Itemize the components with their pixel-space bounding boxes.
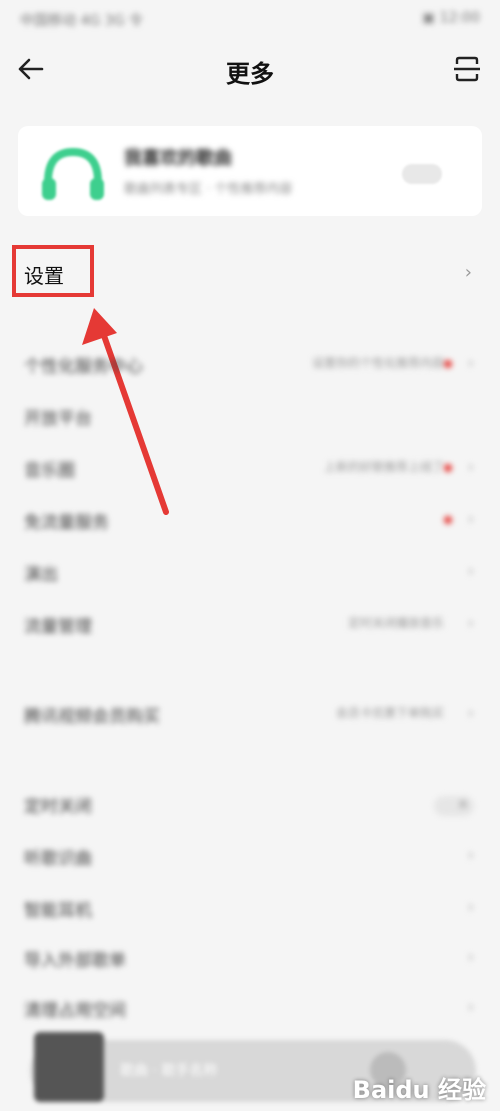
chevron-right-icon: › (467, 947, 474, 966)
list-item[interactable]: 听歌识曲 › (0, 836, 500, 876)
list-item-label: 个性化服务中心 (24, 357, 143, 377)
chevron-right-icon: › (467, 353, 474, 372)
toggle-switch[interactable]: 关 (434, 796, 474, 816)
chevron-right-icon: › (467, 703, 474, 722)
list-item[interactable]: 导入外部歌单 › (0, 938, 500, 978)
list-item-label: 开放平台 (24, 409, 92, 429)
list-item[interactable]: 个性化服务中心 设置你的个性化推荐内容 › (0, 344, 500, 384)
list-item-label: 定时关闭 (24, 797, 92, 817)
list-item[interactable]: 开放平台 (0, 396, 500, 436)
list-item[interactable]: 流量管理 定时关闭播放音乐 › (0, 604, 500, 644)
album-cover[interactable] (34, 1032, 104, 1102)
player-track-text: 歌曲 · 歌手名称 (120, 1063, 218, 1079)
more-list: 个性化服务中心 设置你的个性化推荐内容 › 开放平台 音乐圈 上新的好歌推荐上线… (0, 0, 500, 1111)
list-item[interactable]: 腾讯视频会员购买 会员卡优惠下单购买 › (0, 694, 500, 734)
list-item-label: 演出 (24, 565, 58, 585)
list-item[interactable]: 清理占用空间 › (0, 988, 500, 1028)
chevron-right-icon: › (467, 457, 474, 476)
list-item[interactable]: 演出 › (0, 552, 500, 592)
chevron-right-icon: › (467, 897, 474, 916)
list-item-label: 流量管理 (24, 617, 92, 637)
chevron-right-icon: › (467, 613, 474, 632)
list-item[interactable]: 免流量服务 › (0, 500, 500, 540)
list-item-label: 听歌识曲 (24, 849, 92, 869)
list-item-value: 设置你的个性化推荐内容 (311, 356, 444, 370)
chevron-right-icon: › (467, 561, 474, 580)
list-item-value: 会员卡优惠下单购买 (335, 706, 444, 720)
list-item-label: 清理占用空间 (24, 1001, 126, 1021)
red-dot-badge (444, 516, 452, 524)
list-item-label: 导入外部歌单 (24, 951, 126, 971)
list-item-value: 上新的好歌推荐上线了 (323, 460, 444, 474)
chevron-right-icon: › (467, 997, 474, 1016)
red-dot-badge (444, 464, 452, 472)
list-item[interactable]: 音乐圈 上新的好歌推荐上线了 › (0, 448, 500, 488)
list-item[interactable]: 定时关闭 关 (0, 784, 500, 824)
list-item-value: 定时关闭播放音乐 (347, 616, 444, 630)
watermark: Baidu 经验 (352, 1076, 486, 1104)
list-item-label: 腾讯视频会员购买 (24, 707, 160, 727)
chevron-right-icon: › (467, 509, 474, 528)
list-item-label: 智能耳机 (24, 901, 92, 921)
red-dot-badge (444, 360, 452, 368)
list-item[interactable]: 智能耳机 › (0, 888, 500, 928)
list-item-label: 音乐圈 (24, 461, 75, 481)
list-item-label: 免流量服务 (24, 513, 109, 533)
chevron-right-icon: › (467, 845, 474, 864)
